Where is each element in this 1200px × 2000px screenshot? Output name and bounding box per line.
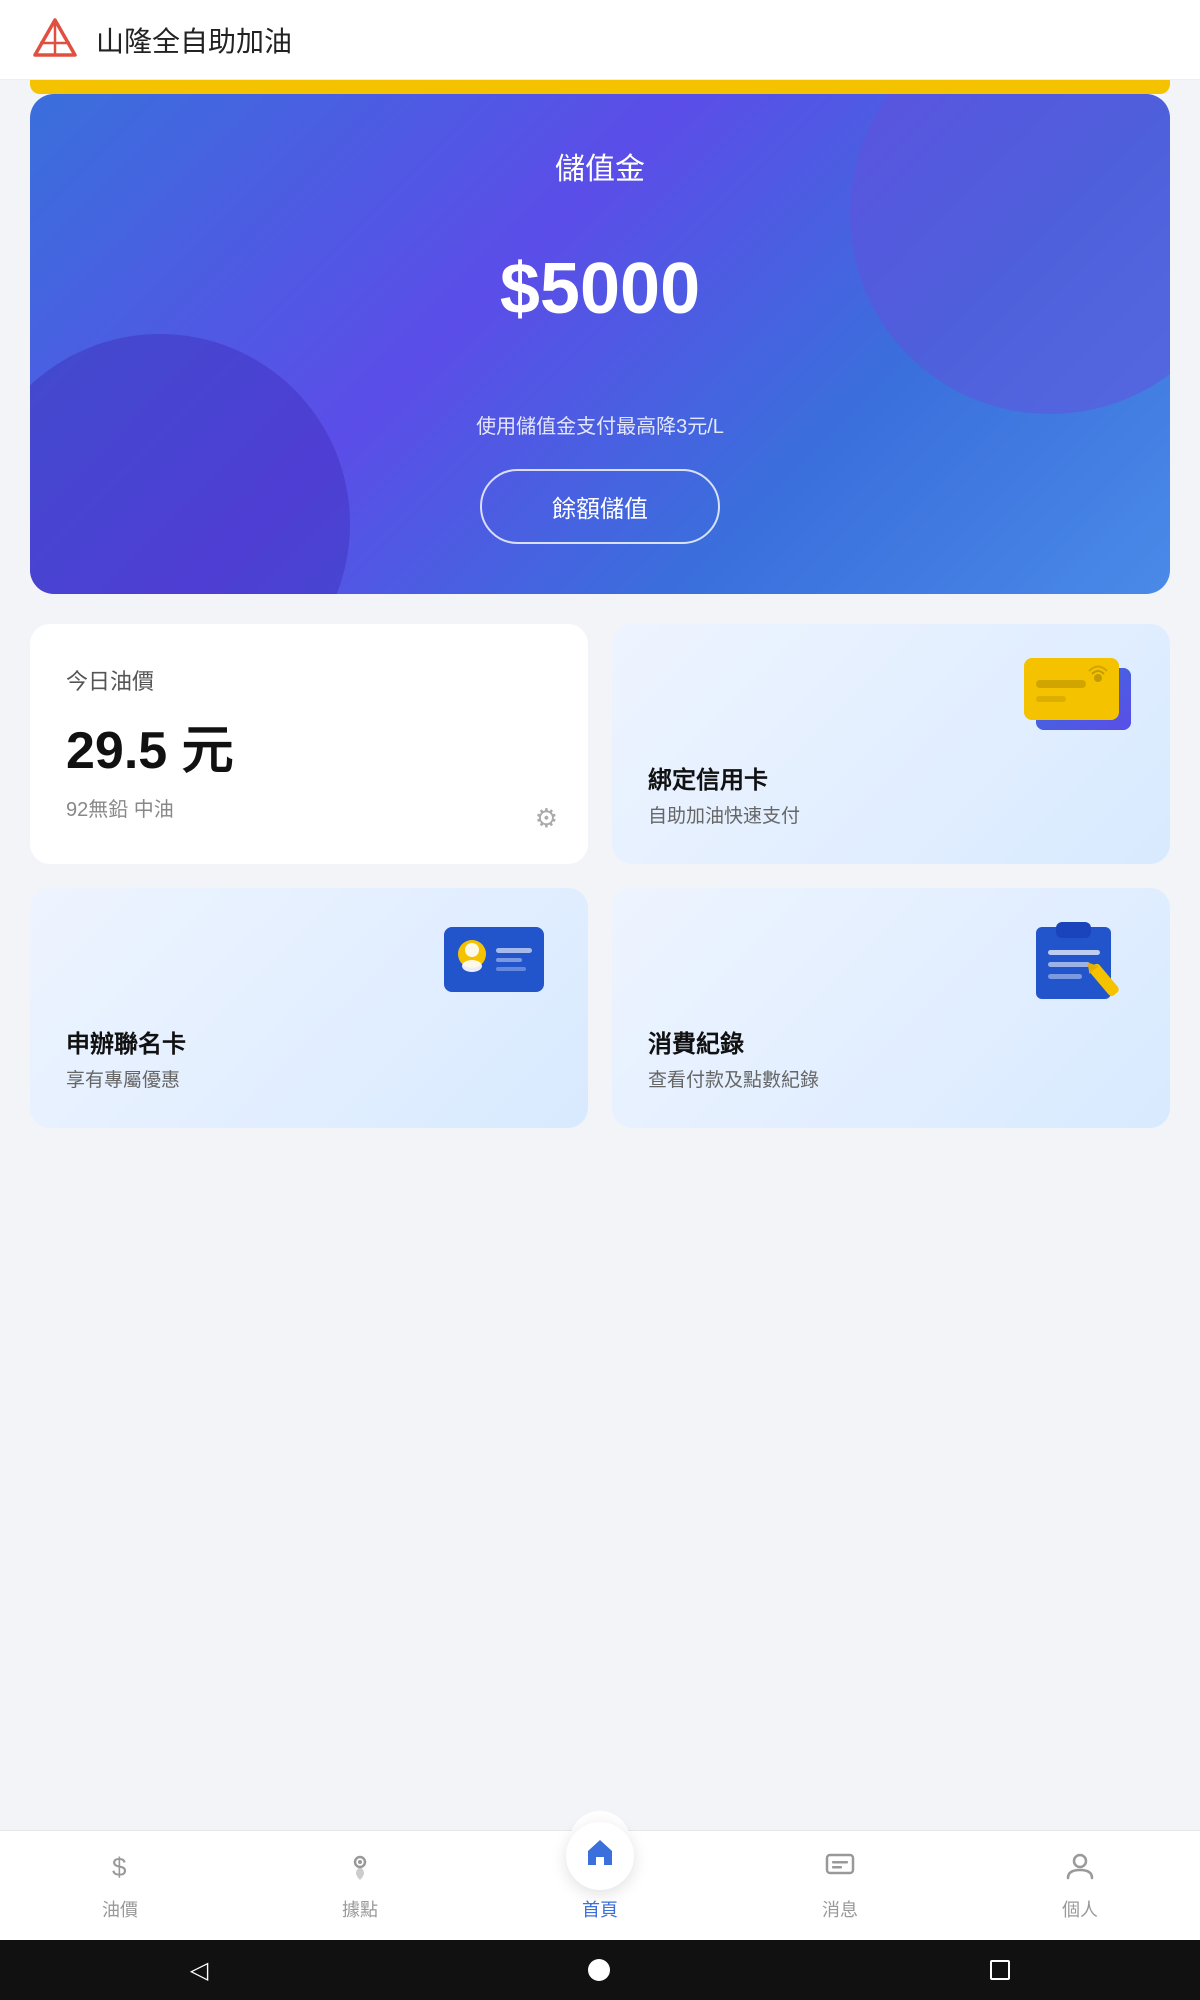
app-logo-icon bbox=[30, 15, 80, 65]
svg-text:$: $ bbox=[112, 1852, 127, 1882]
nav-item-home[interactable]: 首頁 bbox=[480, 1822, 720, 1922]
nav-item-oil-price[interactable]: $ 油價 bbox=[0, 1850, 240, 1922]
member-card-sub: 享有專屬優惠 bbox=[66, 1065, 180, 1092]
nav-label-message: 消息 bbox=[822, 1896, 858, 1922]
settings-icon[interactable]: ⚙ bbox=[535, 803, 558, 834]
nav-label-location: 據點 bbox=[342, 1896, 378, 1922]
message-icon bbox=[824, 1850, 856, 1890]
member-card-icon bbox=[434, 912, 564, 1017]
balance-card: 儲值金 $5000 使用儲值金支付最高降3元/L 餘額儲值 bbox=[30, 94, 1170, 594]
location-icon bbox=[344, 1850, 376, 1890]
dollar-icon: $ bbox=[104, 1850, 136, 1890]
oil-price-value: 29.5 元 bbox=[66, 708, 552, 783]
receipt-title: 消費紀錄 bbox=[648, 924, 744, 1059]
credit-card-feature[interactable]: 綁定信用卡 自助加油快速支付 bbox=[612, 624, 1170, 864]
feature-grid-row1: 今日油價 29.5 元 92無鉛 中油 ⚙ bbox=[30, 624, 1170, 864]
app-title: 山隆全自助加油 bbox=[96, 20, 292, 60]
credit-card-sub: 自助加油快速支付 bbox=[648, 801, 800, 828]
receipt-feature[interactable]: 消費紀錄 查看付款及點數紀錄 bbox=[612, 888, 1170, 1128]
feature-grid-row2: 申辦聯名卡 享有專屬優惠 消費紀錄 bbox=[30, 888, 1170, 1128]
oil-price-sub: 92無鉛 中油 bbox=[66, 793, 552, 822]
balance-amount: $5000 bbox=[500, 248, 700, 330]
nav-item-message[interactable]: 消息 bbox=[720, 1850, 960, 1922]
nav-label-profile: 個人 bbox=[1062, 1896, 1098, 1922]
receipt-icon bbox=[1016, 912, 1146, 1017]
spacer bbox=[0, 1489, 1200, 1830]
main-content: 儲值金 $5000 使用儲值金支付最高降3元/L 餘額儲值 今日油價 29.5 … bbox=[0, 94, 1200, 1489]
back-button[interactable]: ◁ bbox=[190, 1956, 208, 1985]
topup-button[interactable]: 餘額儲值 bbox=[480, 469, 720, 544]
nav-item-profile[interactable]: 個人 bbox=[960, 1850, 1200, 1922]
balance-desc: 使用儲值金支付最高降3元/L bbox=[476, 410, 724, 439]
yellow-accent-bar bbox=[30, 80, 1170, 94]
system-nav-bar: ◁ bbox=[0, 1940, 1200, 2000]
nav-label-home: 首頁 bbox=[582, 1896, 618, 1922]
member-card-feature[interactable]: 申辦聯名卡 享有專屬優惠 bbox=[30, 888, 588, 1128]
nav-label-oil-price: 油價 bbox=[102, 1896, 138, 1922]
balance-card-label: 儲值金 bbox=[555, 144, 645, 188]
credit-card-title: 綁定信用卡 bbox=[648, 660, 768, 795]
recents-button[interactable] bbox=[990, 1960, 1010, 1980]
home-button[interactable] bbox=[588, 1959, 610, 1981]
home-icon bbox=[583, 1835, 617, 1877]
member-card-title: 申辦聯名卡 bbox=[66, 924, 186, 1059]
oil-price-header: 今日油價 bbox=[66, 664, 552, 696]
credit-card-icon bbox=[1016, 648, 1146, 753]
receipt-sub: 查看付款及點數紀錄 bbox=[648, 1065, 819, 1092]
oil-price-card: 今日油價 29.5 元 92無鉛 中油 ⚙ bbox=[30, 624, 588, 864]
person-icon bbox=[1064, 1850, 1096, 1890]
nav-item-location[interactable]: 據點 bbox=[240, 1850, 480, 1922]
bottom-navigation: $ 油價 據點 首頁 bbox=[0, 1830, 1200, 1940]
app-header: 山隆全自助加油 bbox=[0, 0, 1200, 80]
